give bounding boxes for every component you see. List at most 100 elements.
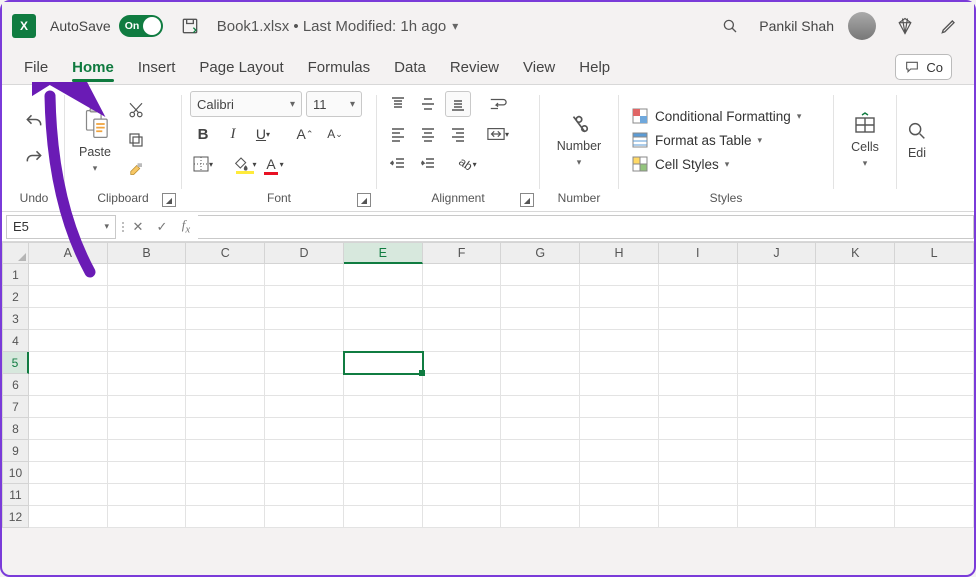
cell-I2[interactable] [659, 286, 738, 308]
cell-C10[interactable] [186, 462, 265, 484]
cut-button[interactable] [123, 97, 149, 123]
cell-L10[interactable] [895, 462, 974, 484]
cell-K9[interactable] [816, 440, 895, 462]
row-header-10[interactable]: 10 [2, 462, 29, 484]
cells-button[interactable]: Cells ▾ [843, 110, 887, 171]
cell-B4[interactable] [108, 330, 187, 352]
borders-button[interactable]: ▾ [190, 151, 216, 177]
cell-I7[interactable] [659, 396, 738, 418]
cell-H11[interactable] [580, 484, 659, 506]
increase-font-button[interactable]: A⌃ [292, 121, 318, 147]
name-box[interactable]: E5 ▾ [6, 215, 116, 239]
cell-J3[interactable] [738, 308, 817, 330]
cell-L8[interactable] [895, 418, 974, 440]
cell-G3[interactable] [501, 308, 580, 330]
cell-C3[interactable] [186, 308, 265, 330]
cell-B10[interactable] [108, 462, 187, 484]
cell-J8[interactable] [738, 418, 817, 440]
cell-E11[interactable] [344, 484, 423, 506]
cell-A11[interactable] [29, 484, 108, 506]
worksheet-grid[interactable]: ABCDEFGHIJKL 123456789101112 [2, 242, 974, 528]
cell-I3[interactable] [659, 308, 738, 330]
cell-D2[interactable] [265, 286, 344, 308]
cell-D9[interactable] [265, 440, 344, 462]
cancel-formula-button[interactable]: ✕ [126, 215, 150, 239]
save-icon[interactable] [177, 13, 203, 39]
pen-icon[interactable] [934, 11, 964, 41]
cell-styles-button[interactable]: Cell Styles▾ [627, 154, 805, 174]
cell-K4[interactable] [816, 330, 895, 352]
row-header-11[interactable]: 11 [2, 484, 29, 506]
cell-E9[interactable] [344, 440, 423, 462]
editing-button[interactable]: Edi [895, 118, 939, 162]
cell-K2[interactable] [816, 286, 895, 308]
cell-J5[interactable] [738, 352, 817, 374]
row-header-6[interactable]: 6 [2, 374, 29, 396]
cell-B6[interactable] [108, 374, 187, 396]
tab-view[interactable]: View [523, 55, 555, 80]
cell-E8[interactable] [344, 418, 423, 440]
align-middle-button[interactable] [415, 91, 441, 117]
font-size-combo[interactable]: 11▾ [306, 91, 362, 117]
cell-J10[interactable] [738, 462, 817, 484]
cell-C6[interactable] [186, 374, 265, 396]
tab-help[interactable]: Help [579, 55, 610, 80]
cell-C4[interactable] [186, 330, 265, 352]
cell-H1[interactable] [580, 264, 659, 286]
cell-C7[interactable] [186, 396, 265, 418]
align-center-button[interactable] [415, 121, 441, 147]
copy-button[interactable] [123, 127, 149, 153]
cell-B11[interactable] [108, 484, 187, 506]
cell-F1[interactable] [423, 264, 502, 286]
row-header-1[interactable]: 1 [2, 264, 29, 286]
cell-G8[interactable] [501, 418, 580, 440]
row-header-5[interactable]: 5 [2, 352, 29, 374]
cell-I10[interactable] [659, 462, 738, 484]
cell-K3[interactable] [816, 308, 895, 330]
tab-home[interactable]: Home [72, 55, 114, 80]
select-all-corner[interactable] [2, 242, 29, 264]
font-dialog-launcher[interactable]: ◢ [357, 193, 371, 207]
cell-D3[interactable] [265, 308, 344, 330]
cell-A4[interactable] [29, 330, 108, 352]
cell-L7[interactable] [895, 396, 974, 418]
cell-E4[interactable] [344, 330, 423, 352]
align-right-button[interactable] [445, 121, 471, 147]
column-header-K[interactable]: K [816, 242, 895, 264]
number-format-button[interactable]: Number ▾ [553, 111, 605, 170]
cell-D10[interactable] [265, 462, 344, 484]
cell-E3[interactable] [344, 308, 423, 330]
column-header-A[interactable]: A [29, 242, 108, 264]
cell-D5[interactable] [265, 352, 344, 374]
cell-F12[interactable] [423, 506, 502, 528]
column-header-G[interactable]: G [501, 242, 580, 264]
format-as-table-button[interactable]: Format as Table▾ [627, 130, 805, 150]
cell-J4[interactable] [738, 330, 817, 352]
cell-I9[interactable] [659, 440, 738, 462]
document-title-button[interactable]: Book1.xlsx • Last Modified: 1h ago ▾ [217, 18, 459, 35]
cell-D11[interactable] [265, 484, 344, 506]
cell-G1[interactable] [501, 264, 580, 286]
cell-B7[interactable] [108, 396, 187, 418]
cell-H9[interactable] [580, 440, 659, 462]
cell-K8[interactable] [816, 418, 895, 440]
merge-center-button[interactable]: ▾ [485, 121, 511, 147]
cell-J7[interactable] [738, 396, 817, 418]
cell-I6[interactable] [659, 374, 738, 396]
cell-C5[interactable] [186, 352, 265, 374]
column-header-B[interactable]: B [108, 242, 187, 264]
decrease-indent-button[interactable] [385, 151, 411, 177]
cell-D6[interactable] [265, 374, 344, 396]
cell-L1[interactable] [895, 264, 974, 286]
tab-file[interactable]: File [24, 55, 48, 80]
cell-A6[interactable] [29, 374, 108, 396]
cell-L3[interactable] [895, 308, 974, 330]
cell-A2[interactable] [29, 286, 108, 308]
font-color-button[interactable]: A▾ [262, 151, 288, 177]
cell-E7[interactable] [344, 396, 423, 418]
align-bottom-button[interactable] [445, 91, 471, 117]
decrease-font-button[interactable]: A⌄ [322, 121, 348, 147]
formula-input[interactable] [198, 215, 974, 239]
search-icon[interactable] [715, 11, 745, 41]
increase-indent-button[interactable] [415, 151, 441, 177]
